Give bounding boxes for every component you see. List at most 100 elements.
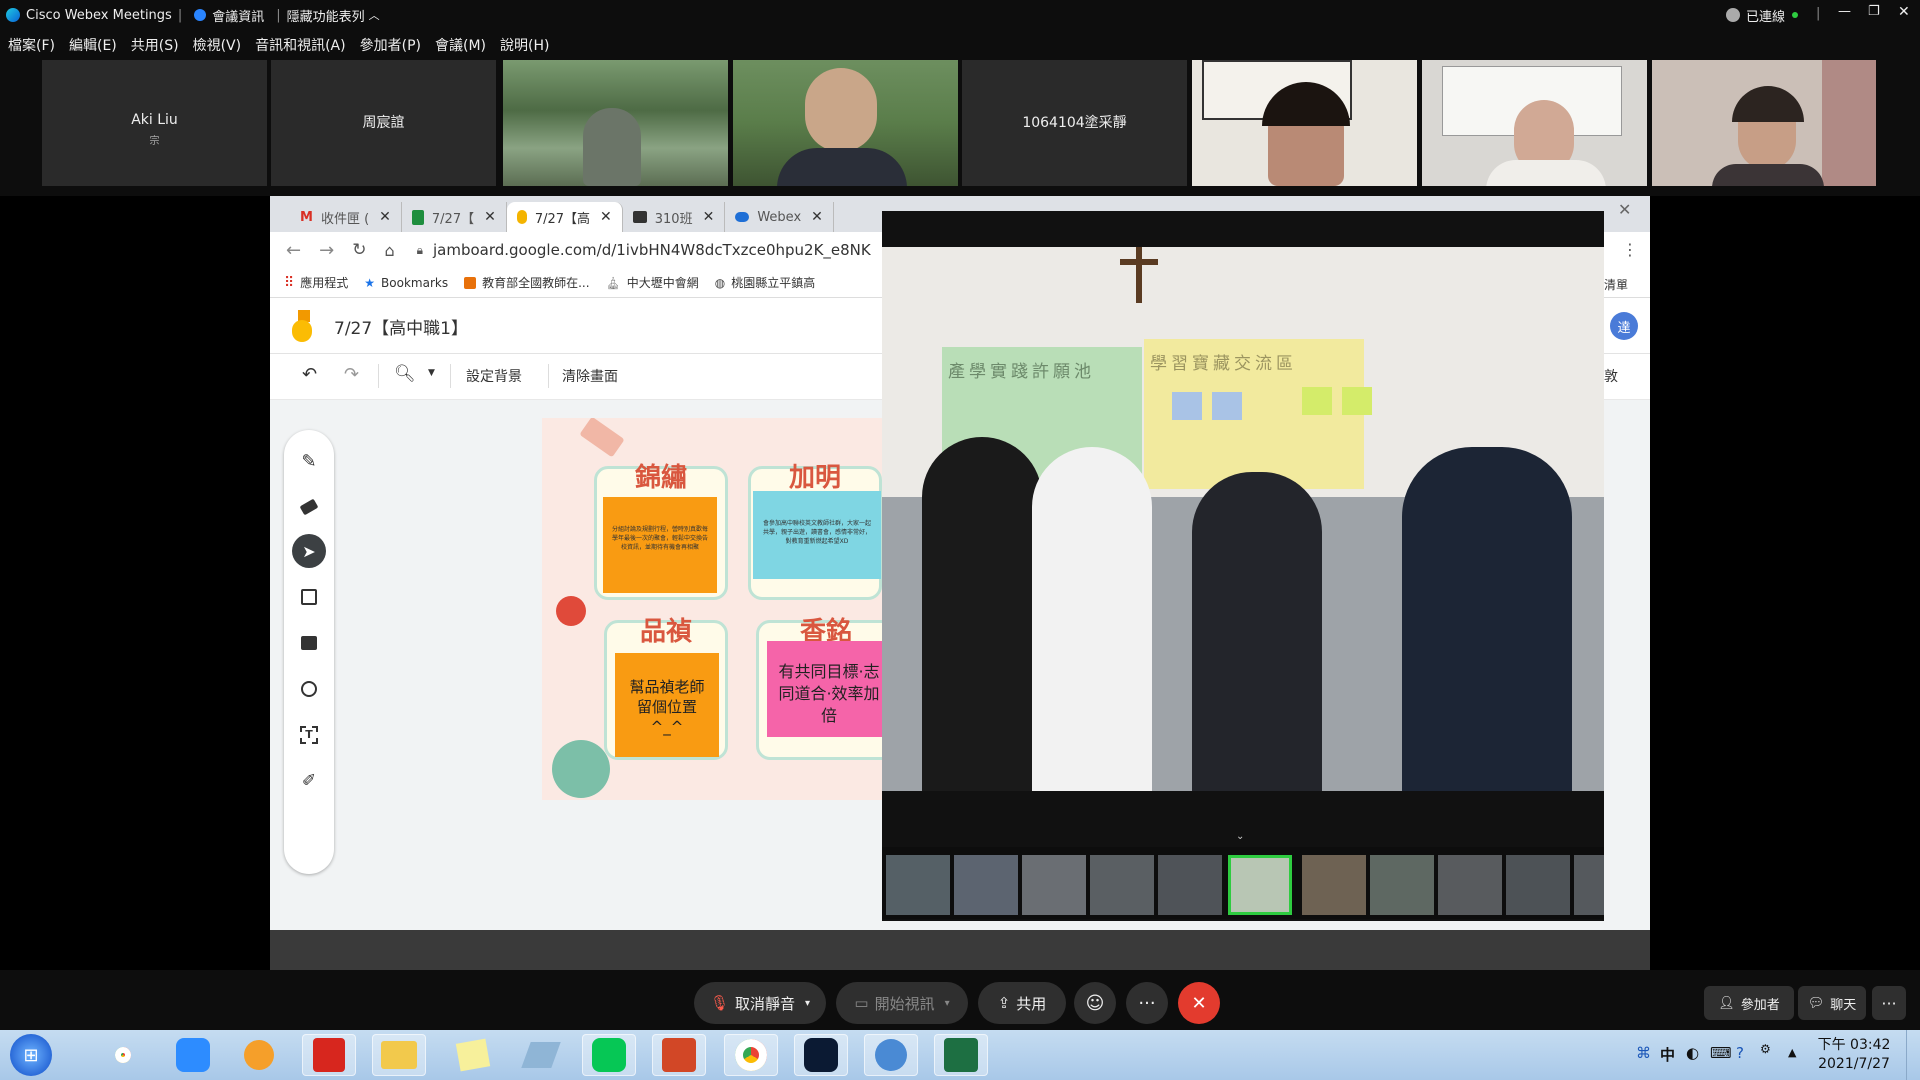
thumbnail[interactable] bbox=[1302, 855, 1366, 915]
undo-icon[interactable]: ↶ bbox=[302, 364, 317, 385]
taskbar-chrome-profile[interactable] bbox=[724, 1034, 778, 1076]
thumbnail[interactable] bbox=[1506, 855, 1570, 915]
tab-310[interactable]: 310班 ✕ bbox=[623, 202, 726, 232]
participant-video-tile[interactable] bbox=[1422, 60, 1647, 186]
menu-file[interactable]: 檔案(F) bbox=[8, 35, 55, 55]
participant-tile[interactable]: Aki Liu 宗 bbox=[42, 60, 267, 186]
thumbnail[interactable] bbox=[886, 855, 950, 915]
unmute-button[interactable]: 🎙︎ 取消靜音 ▾ bbox=[694, 982, 826, 1024]
close-tab-icon[interactable]: ✕ bbox=[600, 209, 612, 225]
taskbar-sticky-notes[interactable] bbox=[446, 1034, 500, 1076]
participant-tile[interactable]: 周宸誼 bbox=[271, 60, 496, 186]
laser-tool[interactable]: ✐ bbox=[292, 764, 326, 798]
apps-icon[interactable]: ⠿ bbox=[284, 275, 294, 291]
close-tab-icon[interactable]: ✕ bbox=[703, 209, 715, 225]
menu-participants[interactable]: 參加者(P) bbox=[360, 35, 421, 55]
thumbnail-selected[interactable] bbox=[1228, 855, 1292, 915]
text-box-tool[interactable]: T bbox=[292, 718, 326, 752]
redo-icon[interactable]: ↷ bbox=[344, 364, 359, 385]
share-button[interactable]: ⇪ 共用 bbox=[978, 982, 1066, 1024]
back-icon[interactable]: ← bbox=[286, 240, 301, 261]
collapse-thumbnails-icon[interactable]: ⌄ bbox=[1236, 831, 1244, 842]
taskbar-chrome[interactable] bbox=[96, 1034, 150, 1076]
url-field[interactable]: jamboard.google.com/d/1ivbHN4W8dcTxzce0h… bbox=[433, 241, 871, 259]
thumbnail[interactable] bbox=[954, 855, 1018, 915]
participant-video-tile[interactable] bbox=[733, 60, 958, 186]
thumbnail[interactable] bbox=[1370, 855, 1434, 915]
more-options-button[interactable]: ··· bbox=[1126, 982, 1168, 1024]
shape-tool[interactable] bbox=[292, 672, 326, 706]
sticky-note[interactable]: 有共同目標·志同道合·效率加倍 bbox=[767, 641, 891, 737]
tab-jamboard[interactable]: 7/27【高 ✕ bbox=[506, 202, 623, 232]
connection-status[interactable]: 已連線 bbox=[1746, 6, 1785, 25]
chevron-down-icon[interactable]: ▾ bbox=[805, 998, 810, 1009]
taskbar-clock[interactable]: 下午 03:42 2021/7/27 bbox=[1814, 1036, 1894, 1074]
taskbar-powerpoint[interactable] bbox=[652, 1034, 706, 1076]
restore-icon[interactable]: ❐ bbox=[1868, 4, 1880, 19]
thumbnail[interactable] bbox=[1022, 855, 1086, 915]
menu-share[interactable]: 共用(S) bbox=[131, 35, 179, 55]
close-tab-icon[interactable]: ✕ bbox=[484, 209, 496, 225]
keyboard-icon[interactable]: ⌨ bbox=[1710, 1044, 1732, 1062]
participants-button[interactable]: 👤︎ 參加者 bbox=[1704, 986, 1794, 1020]
taskbar-acrobat[interactable] bbox=[302, 1034, 356, 1076]
sticky-note[interactable]: 分組討論及規劃行程，營時別真歡每學年最後一次的聚會，輕鬆中交換告校資訊，並期待有… bbox=[603, 497, 717, 593]
clear-frame-button[interactable]: 清除畫面 bbox=[562, 366, 618, 386]
close-tab-icon[interactable]: ✕ bbox=[379, 209, 391, 225]
show-hidden-icons[interactable]: ▲ bbox=[1788, 1046, 1796, 1059]
help-icon[interactable]: ? bbox=[1736, 1044, 1744, 1062]
chevron-down-icon[interactable]: ▾ bbox=[945, 998, 950, 1009]
tab-gmail[interactable]: M 收件匣 ( ✕ bbox=[290, 202, 402, 232]
ime-mode-icon[interactable]: ◐ bbox=[1686, 1044, 1699, 1062]
tray-settings-icon[interactable]: ⚙ bbox=[1760, 1042, 1771, 1056]
menu-audio-video[interactable]: 音訊和視訊(A) bbox=[255, 35, 346, 55]
start-video-button[interactable]: ▭ 開始視訊 ▾ bbox=[836, 982, 968, 1024]
taskbar-line[interactable] bbox=[582, 1034, 636, 1076]
select-tool[interactable]: ➤ bbox=[292, 534, 326, 568]
chat-button[interactable]: 💬︎ 聊天 bbox=[1798, 986, 1866, 1020]
close-tab-icon[interactable]: ✕ bbox=[811, 209, 823, 225]
minimize-icon[interactable]: — bbox=[1838, 4, 1851, 19]
bookmark-link[interactable]: 桃園縣立平鎮高 bbox=[731, 274, 815, 291]
thumbnail[interactable] bbox=[1438, 855, 1502, 915]
thumbnail[interactable] bbox=[1158, 855, 1222, 915]
close-window-icon[interactable]: ✕ bbox=[1618, 200, 1631, 219]
bookmark-link[interactable]: 中大壢中會網 bbox=[627, 274, 699, 291]
bookmark-folder[interactable]: Bookmarks bbox=[381, 276, 448, 290]
reading-list[interactable]: 清單 bbox=[1604, 276, 1628, 293]
bookmark-apps[interactable]: 應用程式 bbox=[300, 274, 348, 291]
language-bar-icon[interactable]: ⌘ bbox=[1636, 1044, 1651, 1062]
browser-menu-icon[interactable]: ⋮ bbox=[1622, 240, 1638, 259]
taskbar-snipping[interactable] bbox=[514, 1034, 568, 1076]
chevron-up-icon[interactable]: ︿ bbox=[369, 7, 380, 23]
participant-tile[interactable]: 1064104塗采靜 bbox=[962, 60, 1187, 186]
taskbar-excel[interactable] bbox=[934, 1034, 988, 1076]
sticky-note-tool[interactable] bbox=[292, 580, 326, 614]
set-background-button[interactable]: 設定背景 bbox=[466, 366, 522, 386]
participant-video-tile[interactable] bbox=[1652, 60, 1876, 186]
start-button[interactable]: ⊞ bbox=[10, 1034, 52, 1076]
sticky-note[interactable]: 會參加高中聯校英文教師社群，大家一起共學，親子出遊，讀書會，感情非常好，對教育重… bbox=[753, 491, 881, 579]
participant-video-tile[interactable] bbox=[1192, 60, 1417, 186]
taskbar-webex[interactable] bbox=[794, 1034, 848, 1076]
thumbnail[interactable] bbox=[1090, 855, 1154, 915]
leave-meeting-button[interactable]: ✕ bbox=[1178, 982, 1220, 1024]
zoom-icon[interactable]: 🔍︎ bbox=[394, 364, 416, 384]
close-icon[interactable]: ✕ bbox=[1898, 4, 1910, 20]
forward-icon[interactable]: → bbox=[319, 240, 334, 261]
taskbar-network[interactable] bbox=[864, 1034, 918, 1076]
bookmark-link[interactable]: 教育部全國教師在... bbox=[482, 274, 589, 291]
pen-tool[interactable]: ✎ bbox=[292, 444, 326, 478]
taskbar-zoom[interactable] bbox=[166, 1034, 220, 1076]
taskbar-explorer[interactable] bbox=[372, 1034, 426, 1076]
menu-edit[interactable]: 編輯(E) bbox=[69, 35, 117, 55]
more-panels-button[interactable]: ··· bbox=[1872, 986, 1906, 1020]
thumbnail[interactable] bbox=[1574, 855, 1604, 915]
reload-icon[interactable]: ↻ bbox=[352, 240, 366, 260]
image-tool[interactable] bbox=[292, 626, 326, 660]
taskbar-media[interactable] bbox=[232, 1034, 286, 1076]
menu-meeting[interactable]: 會議(M) bbox=[435, 35, 486, 55]
sticky-note[interactable]: 幫品禎老師留個位置^_^ bbox=[615, 653, 719, 757]
reactions-button[interactable]: ☺ bbox=[1074, 982, 1116, 1024]
share-avatar[interactable]: 達 bbox=[1610, 312, 1638, 340]
